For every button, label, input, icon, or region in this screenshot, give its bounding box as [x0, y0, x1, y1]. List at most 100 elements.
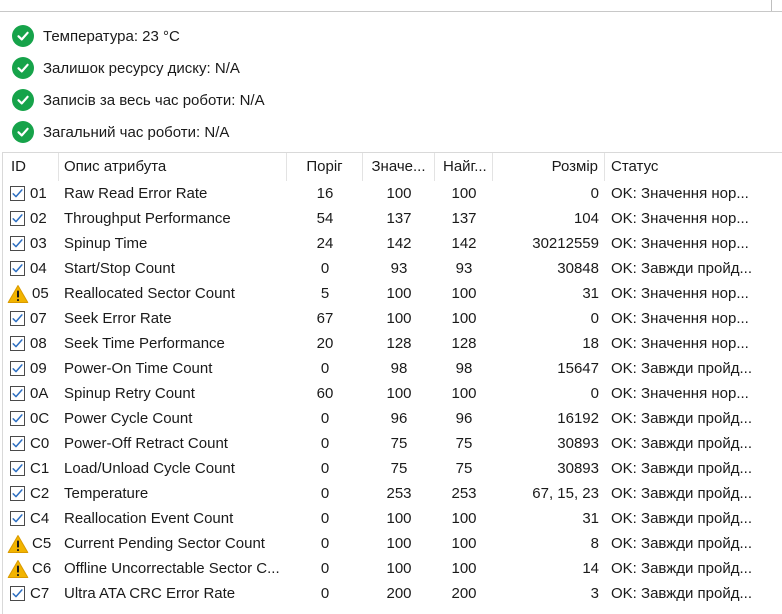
cell-description: Spinup Retry Count — [64, 385, 195, 402]
row-checkbox[interactable] — [10, 386, 25, 401]
column-header-worst[interactable]: Найг... — [435, 153, 493, 181]
cell-size: 30893 — [557, 435, 599, 452]
ok-check-icon — [12, 25, 34, 47]
table-row[interactable]: 01 Raw Read Error Rate 16 100 100 0 OK: Значен… — [3, 181, 782, 206]
column-header-value[interactable]: Значе... — [363, 153, 435, 181]
row-checkbox[interactable] — [10, 361, 25, 376]
cell-size: 30848 — [557, 260, 599, 277]
cell-id: C4 — [3, 506, 59, 531]
table-row[interactable]: 02 Throughput Performance 54 137 137 104 OK: З… — [3, 206, 782, 231]
row-checkbox[interactable] — [10, 511, 25, 526]
row-checkbox[interactable] — [10, 586, 25, 601]
cell-value: 142 — [386, 235, 412, 252]
table-row[interactable]: C1 Load/Unload Cycle Count 0 75 75 30893 OK: З… — [3, 456, 782, 481]
cell-threshold: 0 — [320, 485, 330, 502]
table-row[interactable]: C4 Reallocation Event Count 0 100 100 31 OK: З… — [3, 506, 782, 531]
row-checkbox[interactable] — [10, 336, 25, 351]
cell-size: 0 — [590, 385, 599, 402]
cell-description: Temperature — [64, 485, 149, 502]
cell-description: Power Cycle Count — [64, 410, 193, 427]
cell-worst: 75 — [455, 435, 473, 452]
cell-description: Load/Unload Cycle Count — [64, 460, 235, 477]
ok-check-icon — [12, 89, 34, 111]
cell-threshold: 0 — [320, 560, 330, 577]
cell-status: OK: Завжди пройд... — [611, 560, 752, 577]
cell-value: 253 — [386, 485, 412, 502]
cell-id: 02 — [3, 206, 59, 231]
table-row[interactable]: 0A Spinup Retry Count 60 100 100 0 OK: Значенн… — [3, 381, 782, 406]
cell-threshold: 24 — [316, 235, 334, 252]
row-checkbox[interactable] — [10, 486, 25, 501]
column-header-id[interactable]: ID — [3, 153, 59, 181]
row-checkbox[interactable] — [10, 461, 25, 476]
summary-remaining-life: Залишок ресурсу диску: N/A — [12, 52, 265, 84]
cell-size: 30212559 — [532, 235, 599, 252]
cell-value: 200 — [386, 585, 412, 602]
cell-status: OK: Завжди пройд... — [611, 260, 752, 277]
table-row[interactable]: 0C Power Cycle Count 0 96 96 16192 OK: Завжди … — [3, 406, 782, 431]
cell-threshold: 16 — [316, 185, 334, 202]
table-body: 01 Raw Read Error Rate 16 100 100 0 OK: Значен… — [3, 181, 782, 606]
row-checkbox[interactable] — [10, 411, 25, 426]
table-row[interactable]: 09 Power-On Time Count 0 98 98 15647 OK: Завжд… — [3, 356, 782, 381]
cell-status: OK: Завжди пройд... — [611, 585, 752, 602]
cell-threshold: 5 — [320, 285, 330, 302]
ok-check-icon — [12, 121, 34, 143]
table-row[interactable]: C5 Current Pending Sector Count 0 100 100 8 OK… — [3, 531, 782, 556]
attribute-id: C1 — [30, 460, 50, 477]
cell-id: 0A — [3, 381, 59, 406]
cell-id: 07 — [3, 306, 59, 331]
cell-size: 0 — [590, 310, 599, 327]
cell-threshold: 20 — [316, 335, 334, 352]
table-row[interactable]: 03 Spinup Time 24 142 142 30212559 OK: Значенн… — [3, 231, 782, 256]
table-row[interactable]: 08 Seek Time Performance 20 128 128 18 OK: Зна… — [3, 331, 782, 356]
attribute-id: 0A — [30, 385, 49, 402]
table-row[interactable]: C2 Temperature 0 253 253 67, 15, 23 OK: Завжди… — [3, 481, 782, 506]
table-row[interactable]: C7 Ultra ATA CRC Error Rate 0 200 200 3 OK: За… — [3, 581, 782, 606]
summary-panel: Температура: 23 °C Залишок ресурсу диску… — [12, 20, 265, 148]
column-header-status[interactable]: Статус — [605, 153, 782, 181]
cell-status: OK: Значення нор... — [611, 235, 749, 252]
table-row[interactable]: C6 Offline Uncorrectable Sector C... 0 100 1… — [3, 556, 782, 581]
table-row[interactable]: 04 Start/Stop Count 0 93 93 30848 OK: Завжди п… — [3, 256, 782, 281]
cell-description: Power-On Time Count — [64, 360, 213, 377]
table-row[interactable]: C0 Power-Off Retract Count 0 75 75 30893 OK: З… — [3, 431, 782, 456]
attribute-id: 0C — [30, 410, 50, 427]
cell-id: C7 — [3, 581, 59, 606]
cell-status: OK: Завжди пройд... — [611, 510, 752, 527]
cell-size: 16192 — [557, 410, 599, 427]
attribute-id: 05 — [32, 285, 49, 302]
warning-triangle-icon — [7, 559, 29, 579]
row-checkbox[interactable] — [10, 261, 25, 276]
column-header-description[interactable]: Опис атрибута — [59, 153, 287, 181]
cell-status: OK: Завжди пройд... — [611, 410, 752, 427]
cell-threshold: 0 — [320, 435, 330, 452]
row-checkbox[interactable] — [10, 211, 25, 226]
cell-threshold: 0 — [320, 410, 330, 427]
row-checkbox[interactable] — [10, 436, 25, 451]
attribute-id: C5 — [32, 535, 52, 552]
table-row[interactable]: 07 Seek Error Rate 67 100 100 0 OK: Значення н… — [3, 306, 782, 331]
summary-label: Записів за весь час роботи: N/A — [43, 91, 265, 109]
row-checkbox[interactable] — [10, 236, 25, 251]
cell-worst: 200 — [451, 585, 477, 602]
cell-description: Spinup Time — [64, 235, 148, 252]
cell-id: 03 — [3, 231, 59, 256]
cell-worst: 100 — [451, 560, 477, 577]
row-checkbox[interactable] — [10, 311, 25, 326]
column-header-threshold[interactable]: Поріг — [287, 153, 363, 181]
warning-triangle-icon — [7, 534, 29, 554]
column-header-size[interactable]: Розмір — [493, 153, 605, 181]
cell-status: OK: Значення нор... — [611, 285, 749, 302]
cell-size: 30893 — [557, 460, 599, 477]
cell-value: 96 — [390, 410, 408, 427]
cell-value: 100 — [386, 535, 412, 552]
smart-attributes-table[interactable]: ID Опис атрибута Поріг Значе... Найг... … — [2, 152, 782, 614]
cell-size: 3 — [590, 585, 599, 602]
cell-description: Ultra ATA CRC Error Rate — [64, 585, 236, 602]
cell-threshold: 0 — [320, 460, 330, 477]
cell-description: Seek Error Rate — [64, 310, 172, 327]
cell-description: Power-Off Retract Count — [64, 435, 228, 452]
table-row[interactable]: 05 Reallocated Sector Count 5 100 100 31 OK: З… — [3, 281, 782, 306]
row-checkbox[interactable] — [10, 186, 25, 201]
